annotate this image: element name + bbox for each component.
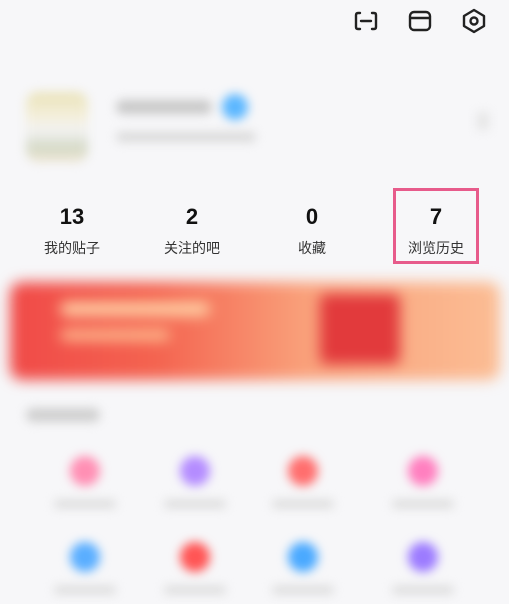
service-item[interactable] [378,448,468,518]
service-item[interactable] [258,448,348,518]
service-item[interactable] [40,534,130,604]
service-item[interactable] [150,448,240,518]
blue-circle-icon [70,542,100,572]
services-section-title [26,408,100,422]
promo-banner[interactable] [10,282,500,380]
service-item[interactable] [258,534,348,604]
service-item[interactable] [40,448,130,518]
stat-followed-bars[interactable]: 2 关注的吧 [142,198,242,258]
service-label [272,586,334,594]
purple-circle-icon [408,542,438,572]
top-actions [351,6,489,36]
blue-circle-icon [288,542,318,572]
service-label [392,500,454,508]
chevron-right-icon [477,112,489,130]
user-subtitle [116,132,256,142]
stat-count: 2 [185,204,199,229]
stat-count: 0 [305,204,319,229]
services-grid [0,448,509,594]
banner-cta[interactable] [320,294,400,364]
red-circle-icon [288,456,318,486]
banner-title [60,302,210,316]
service-item[interactable] [378,534,468,604]
vip-badge-icon [222,94,248,120]
service-label [164,586,226,594]
scan-icon[interactable] [351,6,381,36]
stat-posts[interactable]: 13 我的贴子 [22,198,122,258]
pink-circle-icon [408,456,438,486]
purple-circle-icon [180,456,210,486]
stat-label: 我的贴子 [44,241,100,257]
profile-card[interactable] [26,92,489,168]
history-highlight-box [393,188,479,264]
user-name [116,100,212,114]
red-pen-icon [180,542,210,572]
settings-icon[interactable] [459,6,489,36]
service-label [54,586,116,594]
banner-subtitle [60,330,170,340]
service-item[interactable] [150,534,240,604]
stat-label: 关注的吧 [164,241,220,257]
service-label [392,586,454,594]
stat-count: 13 [59,204,85,229]
avatar[interactable] [26,92,88,162]
stat-label: 收藏 [298,241,326,257]
pink-circle-icon [70,456,100,486]
service-label [54,500,116,508]
stat-favorites[interactable]: 0 收藏 [262,198,362,258]
box-icon[interactable] [405,6,435,36]
service-label [272,500,334,508]
service-label [164,500,226,508]
